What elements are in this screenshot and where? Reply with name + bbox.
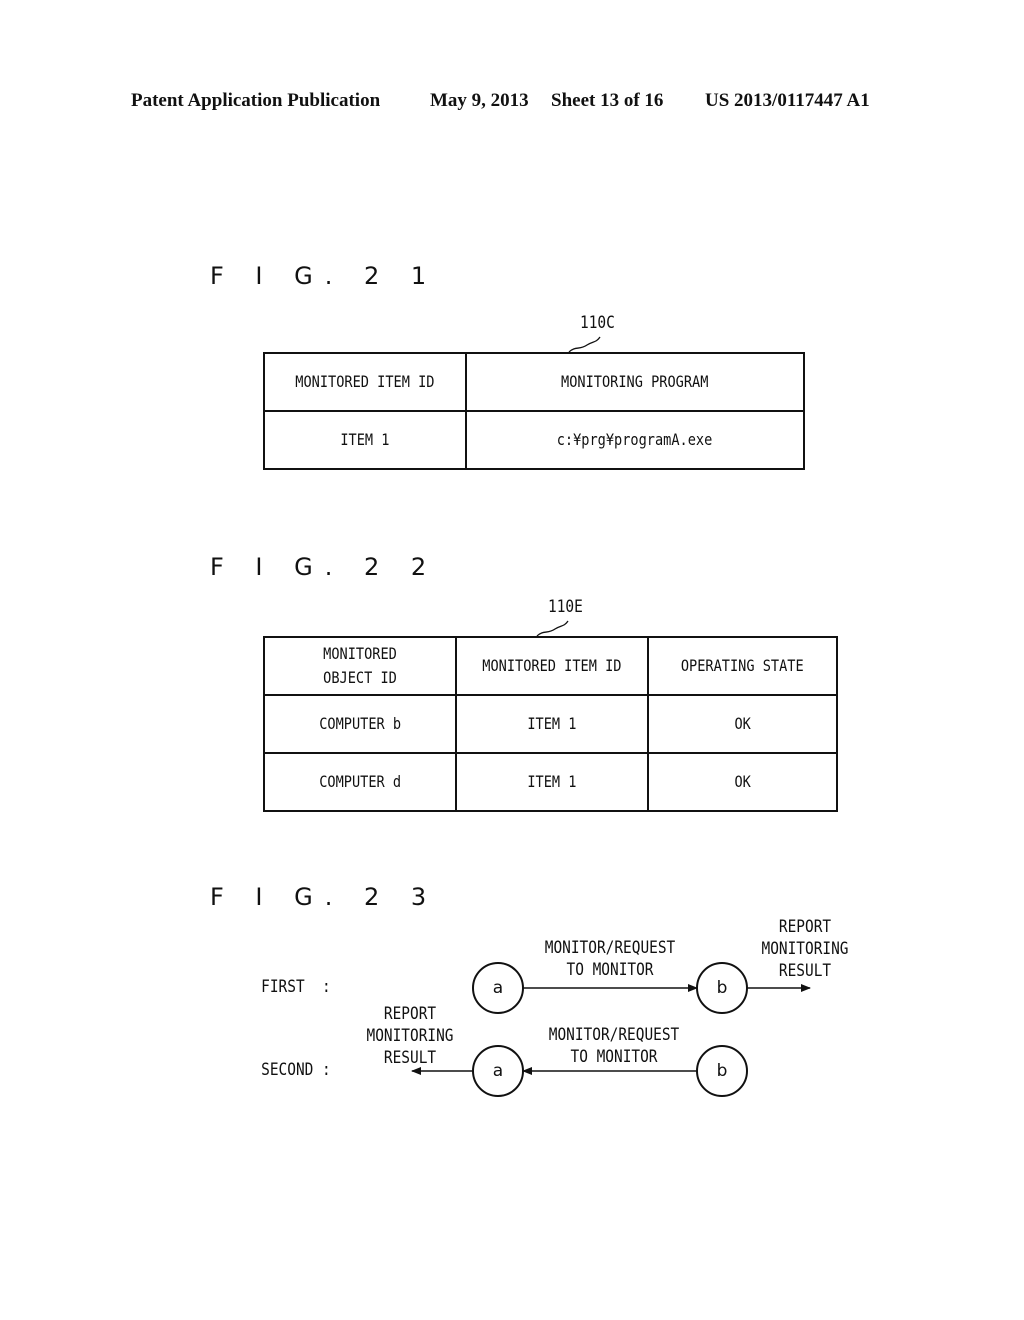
first-node-b-label: b [716,978,728,998]
diagram-canvas [411,336,811,1097]
first-output-label: REPORT MONITORING RESULT [761,917,849,981]
first-node-a-label: a [492,978,504,998]
fig21-leader-line [568,336,601,353]
fig22-leader-line [536,620,569,637]
second-output-label: REPORT MONITORING RESULT [366,1004,454,1068]
second-row-label: SECOND : [261,1060,331,1080]
second-node-b-label: b [716,1061,728,1081]
first-edge-label: MONITOR/REQUEST TO MONITOR [544,938,676,980]
second-edge-label: MONITOR/REQUEST TO MONITOR [548,1025,680,1067]
second-node-a-label: a [492,1061,504,1081]
first-row-label: FIRST : [261,977,331,997]
